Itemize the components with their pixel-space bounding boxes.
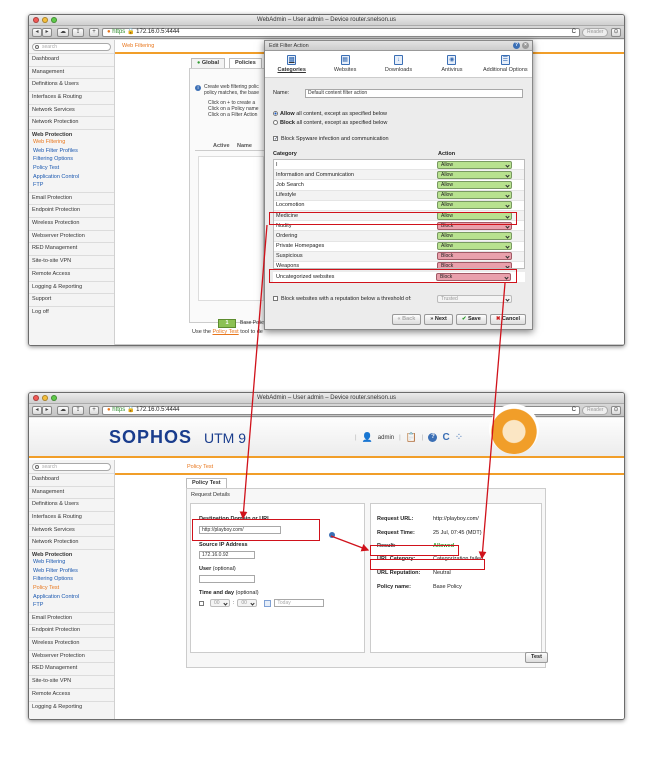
arrow-destination-to-result <box>330 535 370 552</box>
arrow-uncategorized-to-category <box>478 282 506 560</box>
annotation-arrows <box>239 224 506 560</box>
arrow-nudity-to-destination <box>239 224 268 520</box>
